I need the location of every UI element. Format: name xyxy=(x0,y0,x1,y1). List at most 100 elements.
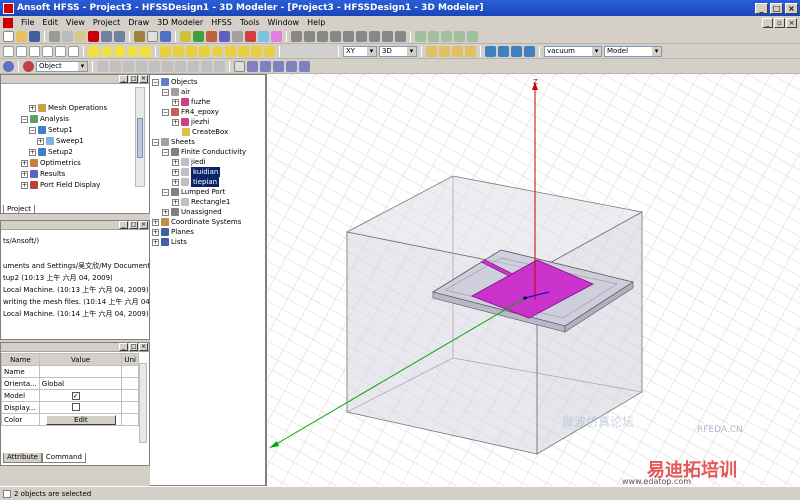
panel-close-button[interactable]: × xyxy=(139,75,148,83)
minimize-button[interactable]: _ xyxy=(755,2,768,14)
undo-icon[interactable] xyxy=(101,30,112,42)
face-cs-icon[interactable] xyxy=(297,45,308,57)
expand-toggle[interactable]: + xyxy=(152,218,159,226)
axis-icon[interactable] xyxy=(247,60,258,72)
panel-float-button[interactable]: □ xyxy=(129,221,138,229)
project-tree-item[interactable]: + Optimetrics xyxy=(21,158,81,168)
save-icon[interactable] xyxy=(29,30,40,42)
cylinder-icon[interactable] xyxy=(173,45,184,57)
rotate-icon[interactable] xyxy=(304,30,315,42)
mesh-icon[interactable] xyxy=(232,30,243,42)
property-row[interactable]: Color Edit xyxy=(1,413,139,426)
model-tree-item[interactable]: CreateBox xyxy=(182,127,228,137)
menu-help[interactable]: Help xyxy=(303,18,329,27)
selection-mode-select[interactable]: Object xyxy=(36,60,88,72)
model-tree-item[interactable]: − air xyxy=(162,87,190,97)
model-tree-item[interactable]: + Unassigned xyxy=(162,207,222,217)
arc-icon[interactable] xyxy=(42,45,53,57)
tab-project[interactable]: Project xyxy=(3,205,35,213)
menu-draw[interactable]: Draw xyxy=(124,18,153,27)
menu-window[interactable]: Window xyxy=(264,18,304,27)
notes-icon[interactable] xyxy=(147,30,158,42)
scroll-thumb[interactable] xyxy=(137,118,143,158)
project-tree-item[interactable]: + Results xyxy=(21,169,65,179)
model-tree-item[interactable]: + tiepian xyxy=(172,177,220,187)
menu-edit[interactable]: Edit xyxy=(38,18,62,27)
3d-viewport[interactable]: Z 微波仿真论坛 RFEDA.CN 易迪拓培训 www.edatop.com xyxy=(266,74,800,486)
expand-toggle[interactable]: + xyxy=(152,228,159,236)
material-select[interactable]: vacuum xyxy=(544,45,602,57)
cut-icon[interactable] xyxy=(49,30,60,42)
panel-close-button[interactable]: × xyxy=(139,343,148,351)
model-tree-item[interactable]: + jiezhi xyxy=(172,117,209,127)
render-icon[interactable] xyxy=(299,60,310,72)
torus-icon[interactable] xyxy=(225,45,236,57)
ellipse-icon[interactable] xyxy=(127,45,138,57)
model-select[interactable]: Model xyxy=(604,45,662,57)
new-icon[interactable] xyxy=(3,30,14,42)
expand-toggle[interactable]: − xyxy=(162,88,169,96)
snap-quadrant-icon[interactable] xyxy=(149,60,160,72)
regular-polyhedron-icon[interactable] xyxy=(186,45,197,57)
close-button[interactable]: × xyxy=(785,2,798,14)
expand-toggle[interactable]: + xyxy=(172,158,179,166)
split-icon[interactable] xyxy=(465,45,476,57)
snap-keep-icon[interactable] xyxy=(214,60,225,72)
mdi-minimize-button[interactable]: _ xyxy=(762,17,773,28)
snap-arc-center-icon[interactable] xyxy=(162,60,173,72)
snap-edge-center-icon[interactable] xyxy=(123,60,134,72)
expand-toggle[interactable]: − xyxy=(21,115,28,123)
mdi-close-button[interactable]: × xyxy=(786,17,797,28)
view-iso-icon[interactable] xyxy=(441,30,452,42)
dimension-select[interactable]: 3D xyxy=(379,45,417,57)
model-tree-item[interactable]: − Objects xyxy=(152,77,197,87)
redo-icon[interactable] xyxy=(114,30,125,42)
rotate-local-icon[interactable] xyxy=(317,30,328,42)
expand-toggle[interactable]: − xyxy=(152,138,159,146)
expand-toggle[interactable]: + xyxy=(172,178,179,186)
property-row[interactable]: Model ✓ xyxy=(1,389,139,402)
menu-file[interactable]: File xyxy=(17,18,38,27)
expand-toggle[interactable]: + xyxy=(172,198,179,206)
snap-dynamic-icon[interactable] xyxy=(175,60,186,72)
project-tree-item[interactable]: − Setup1 xyxy=(29,125,73,135)
optimetrics-icon[interactable] xyxy=(245,30,256,42)
expand-toggle[interactable]: − xyxy=(162,108,169,116)
view-front-icon[interactable] xyxy=(415,30,426,42)
properties-scrollbar[interactable] xyxy=(139,363,147,443)
material-library-icon[interactable] xyxy=(3,60,14,72)
panel-dock-button[interactable]: _ xyxy=(119,343,128,351)
expand-toggle[interactable]: + xyxy=(172,98,179,106)
snap-grid-icon[interactable] xyxy=(97,60,108,72)
project-tree-item[interactable]: + Mesh Operations xyxy=(29,103,107,113)
property-row[interactable]: Name xyxy=(1,365,139,378)
model-tree-item[interactable]: + Lists xyxy=(152,237,187,247)
menu-hfss[interactable]: HFSS xyxy=(207,18,236,27)
project-tree-item[interactable]: − Analysis xyxy=(21,114,69,124)
results-icon[interactable] xyxy=(258,30,269,42)
expand-toggle[interactable]: + xyxy=(162,208,169,216)
helix-icon[interactable] xyxy=(238,45,249,57)
spline-icon[interactable] xyxy=(29,45,40,57)
paste-icon[interactable] xyxy=(75,30,86,42)
snap-relative-icon[interactable] xyxy=(188,60,199,72)
model-tree-item[interactable]: + kuidian xyxy=(172,167,221,177)
zoom-icon[interactable] xyxy=(343,30,354,42)
menu-3d-modeler[interactable]: 3D Modeler xyxy=(153,18,207,27)
model-checkbox[interactable]: ✓ xyxy=(71,391,80,400)
polyline-icon[interactable] xyxy=(55,45,66,57)
circle-icon[interactable] xyxy=(101,45,112,57)
project-tree-item[interactable]: + Setup2 xyxy=(29,147,73,157)
fit-all-icon[interactable] xyxy=(382,30,393,42)
mdi-restore-button[interactable]: ▫ xyxy=(774,17,785,28)
project-tree-item[interactable]: + Sweep1 xyxy=(37,136,84,146)
model-tree-item[interactable]: − Finite Conductivity xyxy=(162,147,246,157)
tab-command[interactable]: Command xyxy=(41,453,86,463)
3d-scene[interactable]: Z 微波仿真论坛 RFEDA.CN 易迪拓培训 www.edatop.com xyxy=(267,74,800,486)
field-overlay-icon[interactable] xyxy=(271,30,282,42)
property-value[interactable]: Global xyxy=(38,377,123,390)
zoom-out-icon[interactable] xyxy=(369,30,380,42)
project-scrollbar[interactable] xyxy=(135,87,145,187)
snap-vertex-icon[interactable] xyxy=(110,60,121,72)
maximize-button[interactable]: □ xyxy=(770,2,783,14)
